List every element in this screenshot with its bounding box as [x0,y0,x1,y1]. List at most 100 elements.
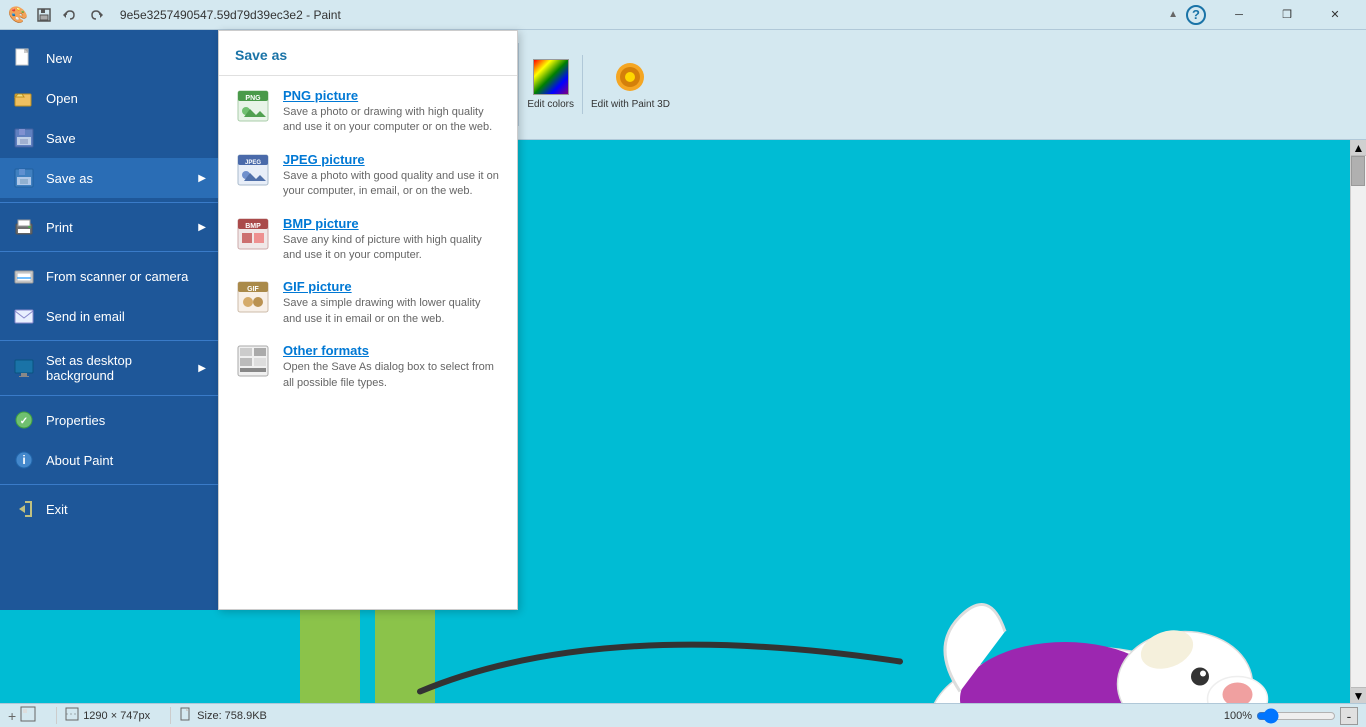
open-icon [12,86,36,110]
svg-text:PNG: PNG [245,95,261,102]
gif-icon: GIF [235,279,271,315]
svg-text:GIF: GIF [247,286,259,293]
zoom-controls: + [8,706,36,725]
zoom-out-btn[interactable]: - [1340,707,1358,725]
print-label: Print [46,220,73,235]
save-bmp-item[interactable]: BMP BMP picture Save any kind of picture… [219,208,517,272]
svg-text:✓: ✓ [20,416,28,427]
png-desc: Save a photo or drawing with high qualit… [283,105,501,136]
scroll-track[interactable] [1351,156,1366,687]
png-name: PNG picture [283,88,501,103]
zoom-text: 100% [1224,710,1252,722]
png-info: PNG picture Save a photo or drawing with… [283,88,501,136]
svg-text:JPEG: JPEG [245,160,261,166]
scanner-label: From scanner or camera [46,269,188,284]
minimize-button[interactable]: ─ [1216,0,1262,30]
properties-icon: ✓ [12,408,36,432]
jpeg-icon: JPEG [235,152,271,188]
svg-text:i: i [22,453,25,467]
save-as-arrow: ▶ [198,173,206,184]
save-png-item[interactable]: PNG PNG picture Save a photo or drawing … [219,80,517,144]
exit-icon [12,497,36,521]
new-label: New [46,51,72,66]
save-as-header: Save as [219,39,517,76]
zoom-section: 100% - [1224,707,1358,725]
desktop-bg-label: Set as desktop background [46,353,188,383]
redo-quick-button[interactable] [86,5,106,25]
save-as-icon [12,166,36,190]
save-icon [12,126,36,150]
scroll-thumb[interactable] [1351,156,1365,186]
canvas-size-icon [65,707,79,724]
divider4 [0,395,218,396]
email-icon [12,304,36,328]
ribbon-collapse[interactable]: ▲ [1168,9,1178,20]
menu-email[interactable]: Send in email [0,296,218,336]
gif-name: GIF picture [283,279,501,294]
jpeg-desc: Save a photo with good quality and use i… [283,169,501,200]
menu-save-as[interactable]: Save as ▶ [0,158,218,198]
close-button[interactable]: ✕ [1312,0,1358,30]
menu-print[interactable]: Print ▶ [0,207,218,247]
scroll-up-btn[interactable]: ▲ [1351,140,1366,156]
save-quick-button[interactable] [34,5,54,25]
maximize-button[interactable]: ❒ [1264,0,1310,30]
plus-icon[interactable]: + [8,708,16,724]
file-size-section: Size: 758.9KB [170,707,267,724]
divider1 [0,202,218,203]
edit-colors-btn[interactable]: Edit colors [519,55,583,114]
bmp-desc: Save any kind of picture with high quali… [283,233,501,264]
canvas-icon[interactable] [20,706,36,725]
divider5 [0,484,218,485]
save-as-submenu: Save as PNG PNG picture Save a photo or … [218,30,518,610]
save-other-item[interactable]: Other formats Open the Save As dialog bo… [219,335,517,399]
other-icon [235,343,271,379]
print-icon [12,215,36,239]
title-bar: 🎨 9e5e3257490547.59d79d39ec3e2 - Paint ▲… [0,0,1366,30]
title-bar-left: 🎨 9e5e3257490547.59d79d39ec3e2 - Paint [8,5,341,25]
about-icon: i [12,448,36,472]
menu-scanner[interactable]: From scanner or camera [0,256,218,296]
file-menu-overlay: New Open Save Save as ▶ Print [0,30,518,610]
other-desc: Open the Save As dialog box to select fr… [283,360,501,391]
undo-quick-button[interactable] [60,5,80,25]
exit-label: Exit [46,502,68,517]
menu-save[interactable]: Save [0,118,218,158]
gif-info: GIF picture Save a simple drawing with l… [283,279,501,327]
menu-exit[interactable]: Exit [0,489,218,529]
title-text: 9e5e3257490547.59d79d39ec3e2 - Paint [120,8,341,22]
menu-desktop-bg[interactable]: Set as desktop background ▶ [0,345,218,391]
help-button[interactable]: ? [1186,5,1206,25]
bmp-info: BMP picture Save any kind of picture wit… [283,216,501,264]
window-controls: ▲ ? ─ ❒ ✕ [1168,0,1358,30]
bmp-name: BMP picture [283,216,501,231]
new-icon [12,46,36,70]
scroll-down-btn[interactable]: ▼ [1351,687,1366,703]
other-info: Other formats Open the Save As dialog bo… [283,343,501,391]
file-menu-panel: New Open Save Save as ▶ Print [0,30,218,610]
save-gif-item[interactable]: GIF GIF picture Save a simple drawing wi… [219,271,517,335]
scanner-icon [12,264,36,288]
properties-label: Properties [46,413,105,428]
jpeg-info: JPEG picture Save a photo with good qual… [283,152,501,200]
menu-properties[interactable]: ✓ Properties [0,400,218,440]
save-jpeg-item[interactable]: JPEG JPEG picture Save a photo with good… [219,144,517,208]
edit-paint3d-btn[interactable]: Edit with Paint 3D [583,55,678,114]
zoom-slider[interactable] [1256,708,1336,724]
desktop-arrow: ▶ [198,363,206,374]
print-arrow: ▶ [198,222,206,233]
menu-new[interactable]: New [0,38,218,78]
vertical-scrollbar[interactable]: ▲ ▼ [1350,140,1366,703]
svg-text:BMP: BMP [245,223,261,230]
bmp-icon: BMP [235,216,271,252]
jpeg-name: JPEG picture [283,152,501,167]
menu-about[interactable]: i About Paint [0,440,218,480]
app-icon: 🎨 [8,5,28,25]
divider2 [0,251,218,252]
save-as-label: Save as [46,171,93,186]
menu-open[interactable]: Open [0,78,218,118]
file-size-text: Size: 758.9KB [197,710,267,722]
status-bar: + 1290 × 747px Size: 758.9KB 100% - [0,703,1366,727]
save-label: Save [46,131,76,146]
canvas-size-text: 1290 × 747px [83,710,150,722]
